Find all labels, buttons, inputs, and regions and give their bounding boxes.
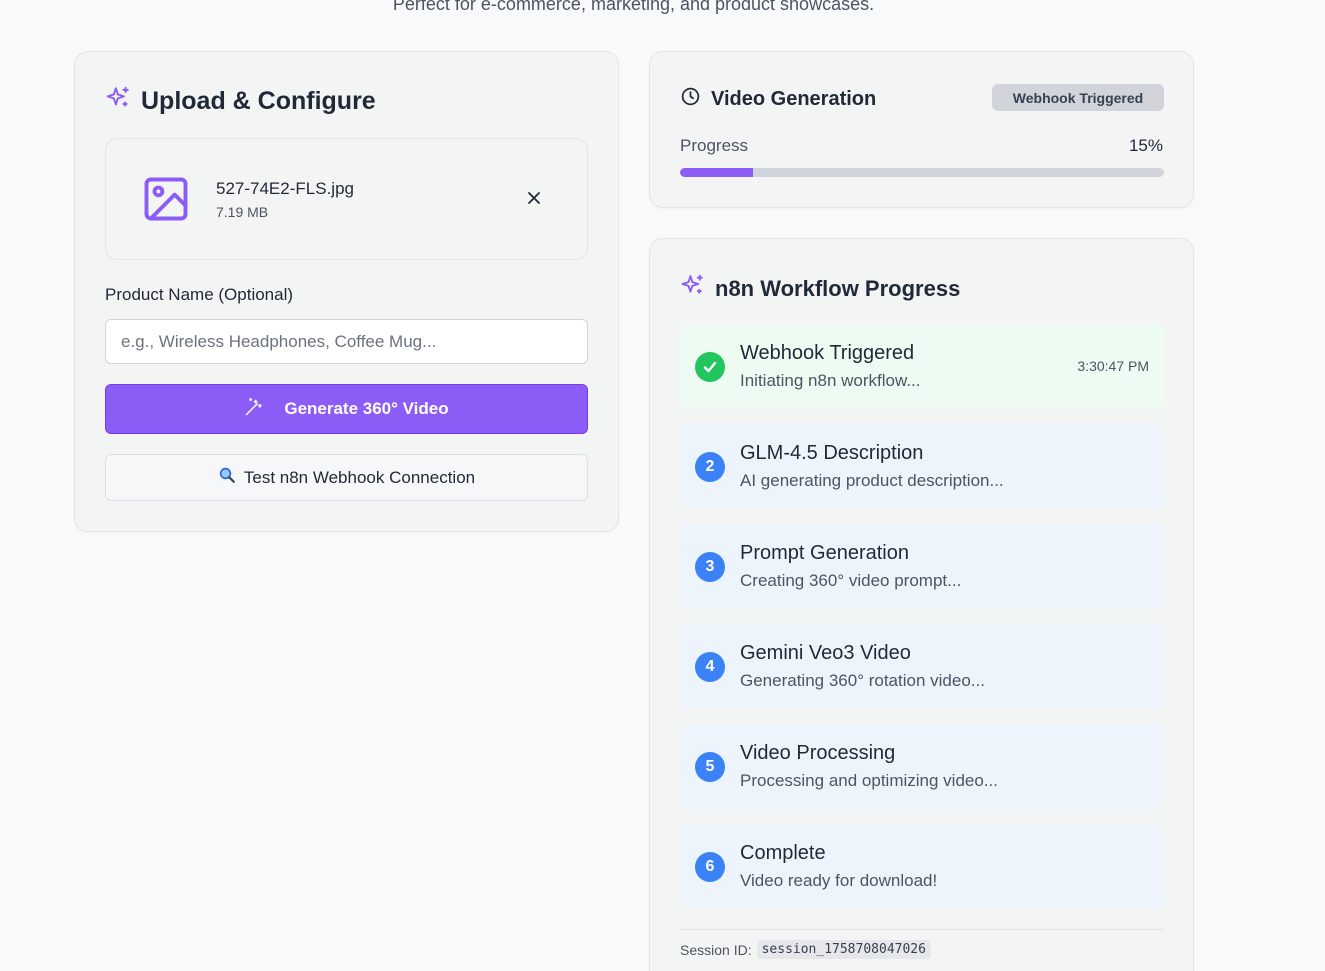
generate-button-label: Generate 360° Video: [284, 399, 449, 418]
step-number: 5: [695, 752, 725, 782]
progress-bar: [680, 168, 1164, 177]
workflow-step-webhook-triggered: Webhook Triggered Initiating n8n workflo…: [680, 324, 1164, 409]
workflow-card-header: n8n Workflow Progress: [680, 273, 960, 304]
step-title: Complete: [740, 842, 826, 864]
workflow-step-prompt-generation: 3 Prompt Generation Creating 360° video …: [680, 524, 1164, 609]
step-title: GLM-4.5 Description: [740, 442, 924, 464]
image-icon: [140, 173, 192, 230]
session-label: Session ID:: [680, 941, 752, 958]
magnifier-icon: [218, 466, 236, 489]
session-id: session_1758708047026: [756, 940, 931, 959]
step-title: Webhook Triggered: [740, 342, 915, 364]
step-description: Generating 360° rotation video...: [740, 671, 985, 690]
clock-icon: [680, 86, 701, 113]
workflow-step-complete: 6 Complete Video ready for download!: [680, 824, 1164, 909]
step-description: AI generating product description...: [740, 471, 1004, 490]
video-card-header: Video Generation: [680, 86, 876, 113]
page-subtitle: Perfect for e-commerce, marketing, and p…: [392, 0, 875, 14]
file-size: 7.19 MB: [216, 204, 269, 220]
step-description: Initiating n8n workflow...: [740, 371, 921, 390]
close-icon[interactable]: [524, 188, 544, 208]
upload-configure-card: Upload & Configure 527-74E2-FLS.jpg 7.19…: [74, 51, 619, 532]
workflow-step-video-processing: 5 Video Processing Processing and optimi…: [680, 724, 1164, 809]
step-description: Creating 360° video prompt...: [740, 571, 962, 590]
step-number: 4: [695, 652, 725, 682]
progress-value: 15%: [1128, 136, 1163, 155]
test-webhook-button[interactable]: Test n8n Webhook Connection: [105, 454, 588, 501]
divider: [680, 929, 1164, 930]
magic-wand-icon: [244, 397, 264, 422]
generate-video-button[interactable]: Generate 360° Video: [105, 384, 588, 434]
progress-bar-fill: [680, 168, 753, 177]
upload-card-header: Upload & Configure: [105, 85, 376, 118]
workflow-progress-card: n8n Workflow Progress Webhook Triggered …: [649, 238, 1194, 971]
video-generation-card: Video Generation Webhook Triggered Progr…: [649, 51, 1194, 208]
progress-label: Progress: [680, 136, 749, 155]
step-description: Processing and optimizing video...: [740, 771, 998, 790]
sparkles-icon: [680, 273, 705, 304]
workflow-steps: Webhook Triggered Initiating n8n workflo…: [680, 324, 1164, 924]
video-card-title: Video Generation: [711, 88, 877, 110]
product-name-label: Product Name (Optional): [105, 285, 294, 304]
step-number: 3: [695, 552, 725, 582]
workflow-card-title: n8n Workflow Progress: [715, 275, 961, 301]
step-title: Prompt Generation: [740, 542, 909, 564]
step-title: Gemini Veo3 Video: [740, 642, 911, 664]
upload-card-title: Upload & Configure: [141, 87, 376, 115]
status-badge: Webhook Triggered: [992, 84, 1164, 111]
step-timestamp: 3:30:47 PM: [1077, 358, 1149, 374]
step-description: Video ready for download!: [740, 871, 938, 890]
step-number: 2: [695, 452, 725, 482]
step-title: Video Processing: [740, 742, 896, 764]
test-button-label: Test n8n Webhook Connection: [243, 467, 476, 487]
sparkles-icon: [105, 85, 131, 118]
file-name: 527-74E2-FLS.jpg: [216, 179, 354, 198]
step-number: 6: [695, 852, 725, 882]
workflow-step-gemini-veo3: 4 Gemini Veo3 Video Generating 360° rota…: [680, 624, 1164, 709]
uploaded-file: 527-74E2-FLS.jpg 7.19 MB: [105, 138, 588, 260]
session-info: Session ID: session_1758708047026: [680, 940, 931, 959]
workflow-step-glm-description: 2 GLM-4.5 Description AI generating prod…: [680, 424, 1164, 509]
check-icon: [695, 352, 725, 382]
product-name-input[interactable]: [105, 319, 588, 364]
